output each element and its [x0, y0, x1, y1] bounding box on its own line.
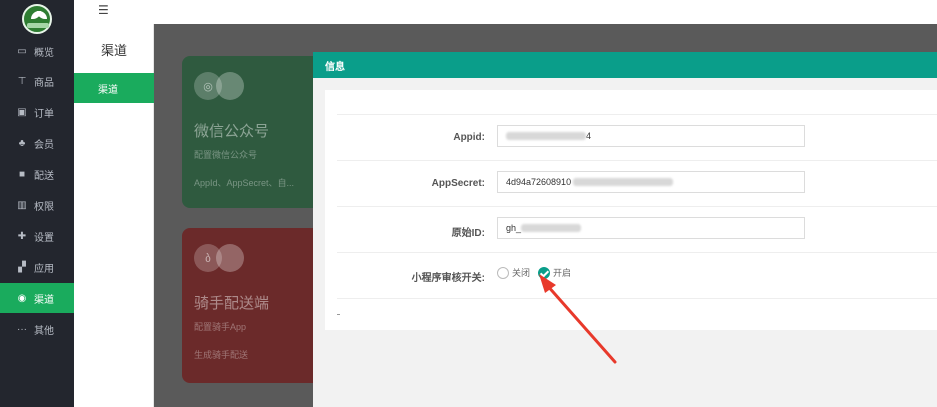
card-title: 微信公众号: [194, 123, 270, 140]
sidebar-item-overview[interactable]: ▭ 概览: [0, 36, 74, 66]
wechat-official-account-card[interactable]: ◎ 微信公众号 配置微信公众号 AppId、AppSecret、自...: [182, 56, 332, 208]
divider: [337, 252, 937, 253]
settings-icon: ✚: [17, 230, 27, 242]
subnav-title: 渠道: [100, 43, 127, 58]
more-icon: ···: [17, 323, 27, 335]
dialog-title: 信息: [313, 52, 937, 78]
sidebar-item-channel[interactable]: ◉ 渠道: [0, 283, 74, 313]
origin-id-label: 原始ID:: [451, 228, 485, 239]
channel-icon: ◉: [17, 292, 27, 304]
origin-id-field[interactable]: gh_: [497, 217, 805, 239]
card-footer: 生成骑手配送: [194, 350, 249, 360]
config-form: Appid: 4 AppSecret: 4d94a72608910 原始ID: …: [325, 90, 937, 330]
secondary-nav: 渠道 渠道: [74, 24, 154, 407]
appid-field[interactable]: 4: [497, 125, 805, 147]
sidebar-item-label: 渠道: [34, 294, 54, 306]
appsecret-field[interactable]: 4d94a72608910: [497, 171, 805, 193]
brand-logo[interactable]: [22, 4, 52, 34]
sidebar-item-orders[interactable]: ▣ 订单: [0, 97, 74, 127]
menu-toggle-icon[interactable]: ☰: [98, 3, 109, 17]
sidebar-item-settings[interactable]: ✚ 设置: [0, 221, 74, 251]
card-title: 骑手配送端: [194, 295, 270, 312]
radio-off[interactable]: [497, 266, 509, 279]
origin-id-value: gh_: [506, 223, 522, 233]
main-sidebar: ▭ 概览 ⊤ 商品 ▣ 订单 ♣ 会员 ■ 配送 ▥ 权限 ✚ 设置 ▞ 应用 …: [0, 0, 74, 407]
review-switch-group: 关闭 开启: [497, 266, 571, 279]
sidebar-item-label: 其他: [34, 325, 54, 337]
sidebar-item-apps[interactable]: ▞ 应用: [0, 252, 74, 282]
bank-icon: ▥: [17, 199, 27, 211]
divider: [337, 206, 937, 207]
cart-icon: ⊤: [17, 75, 27, 87]
monitor-icon: ▭: [17, 45, 27, 57]
appsecret-label: AppSecret:: [431, 178, 485, 189]
card-footer: AppId、AppSecret、自...: [194, 178, 295, 188]
sidebar-item-label: 应用: [34, 263, 54, 275]
order-icon: ▣: [17, 106, 27, 118]
sidebar-item-permissions[interactable]: ▥ 权限: [0, 190, 74, 220]
sidebar-item-label: 设置: [34, 232, 54, 244]
divider: [337, 114, 937, 115]
truck-icon: ■: [18, 168, 26, 180]
sidebar-item-label: 商品: [34, 77, 54, 89]
sidebar-item-label: 权限: [34, 201, 54, 213]
card-subtitle: 配置微信公众号: [194, 150, 258, 160]
subnav-item-channel[interactable]: 渠道: [74, 73, 154, 103]
card-subtitle: 配置骑手App: [194, 322, 247, 332]
sidebar-item-other[interactable]: ··· 其他: [0, 314, 74, 344]
apps-icon: ▞: [18, 261, 26, 273]
sidebar-item-label: 订单: [34, 108, 54, 120]
appid-label: Appid:: [453, 132, 485, 143]
sidebar-item-delivery[interactable]: ■ 配送: [0, 159, 74, 189]
sidebar-item-label: 会员: [34, 139, 54, 151]
radio-off-label: 关闭: [512, 268, 531, 278]
divider: [337, 160, 937, 161]
redacted-mask: [506, 132, 586, 140]
sidebar-item-label: 配送: [34, 170, 54, 182]
radio-on[interactable]: [538, 266, 551, 279]
top-bar: ☰: [74, 0, 937, 24]
appid-value: 4: [586, 131, 592, 141]
redacted-mask: [521, 224, 582, 232]
separator-dot: [337, 314, 340, 315]
review-switch-label: 小程序审核开关:: [411, 273, 485, 284]
rider-app-card[interactable]: ბ 骑手配送端 配置骑手App 生成骑手配送: [182, 228, 332, 383]
info-dialog: 信息 Appid: 4 AppSecret: 4d94a72608910 原始I…: [313, 52, 937, 407]
radio-on-label: 开启: [553, 268, 572, 278]
appsecret-value: 4d94a72608910: [506, 177, 572, 187]
toggle-icon: [216, 244, 244, 272]
sidebar-item-label: 概览: [34, 47, 54, 59]
sidebar-item-members[interactable]: ♣ 会员: [0, 128, 74, 158]
divider: [337, 298, 937, 299]
toggle-icon: [216, 72, 244, 100]
sidebar-item-products[interactable]: ⊤ 商品: [0, 66, 74, 96]
redacted-mask: [573, 178, 674, 186]
members-icon: ♣: [18, 137, 26, 149]
